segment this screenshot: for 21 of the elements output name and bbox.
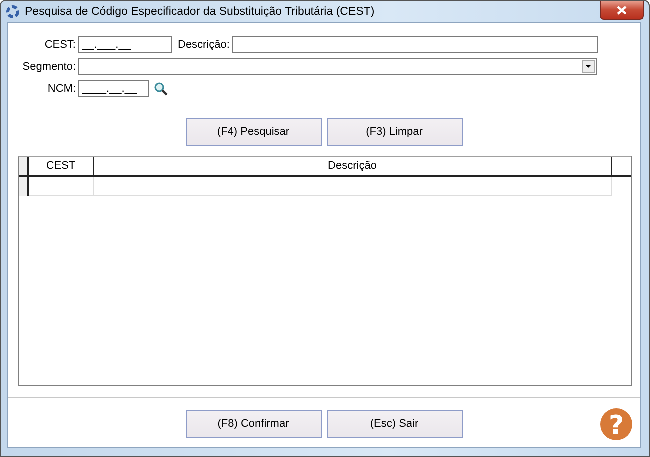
input-field[interactable]: __.___.__ — [78, 36, 172, 53]
action-button[interactable]: (F8) Confirmar — [186, 410, 322, 438]
app-icon — [6, 5, 20, 19]
field-label: CEST: — [44, 38, 77, 50]
action-button[interactable]: (Esc) Sair — [326, 410, 462, 438]
row-indicator[interactable] — [19, 177, 29, 196]
column-header[interactable]: Descrição — [94, 157, 612, 175]
dropdown[interactable] — [78, 58, 597, 75]
column-header[interactable]: CEST — [29, 157, 94, 175]
action-button[interactable]: (F3) Limpar — [326, 118, 462, 146]
close-icon — [617, 6, 627, 14]
table-cell — [29, 177, 94, 196]
input-field[interactable] — [232, 36, 598, 53]
field-label: Segmento: — [22, 60, 77, 72]
field-label: Descrição: — [178, 38, 231, 50]
input-field[interactable]: ____.__.__ — [78, 80, 149, 97]
window-title: Pesquisa de Código Especificador da Substituição Tributária (CEST) — [25, 6, 375, 18]
action-button[interactable]: (F4) Pesquisar — [186, 118, 322, 146]
field-label: NCM: — [46, 82, 77, 94]
close-button[interactable] — [600, 1, 644, 20]
search-icon[interactable] — [154, 82, 168, 96]
